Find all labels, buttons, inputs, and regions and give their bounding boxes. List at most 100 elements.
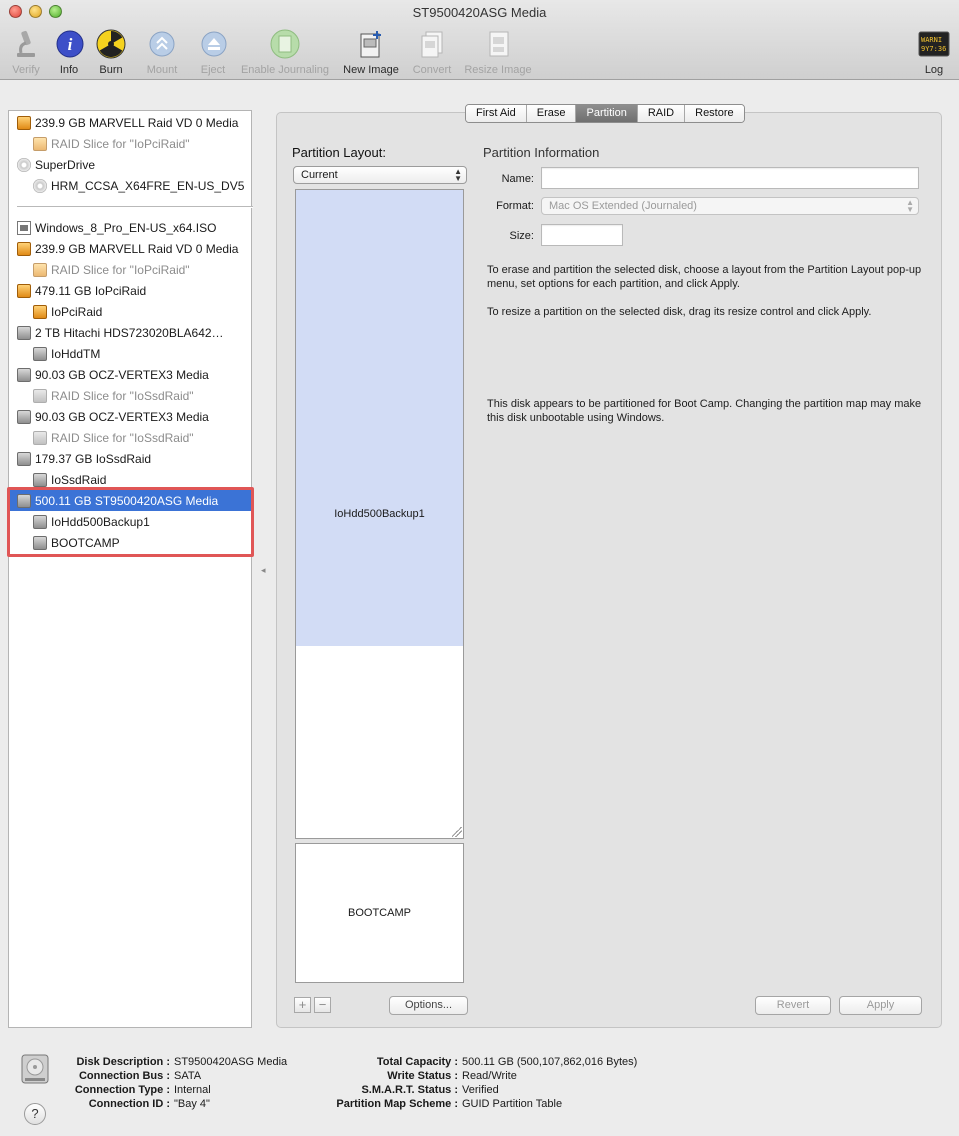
- mount-button[interactable]: Mount: [143, 28, 181, 76]
- new-image-button[interactable]: New Image: [341, 28, 401, 76]
- sidebar-item-label: 90.03 GB OCZ-VERTEX3 Media: [35, 367, 209, 382]
- partition-name-field[interactable]: [541, 167, 919, 189]
- tab-bar: First Aid Erase Partition RAID Restore: [465, 104, 745, 123]
- connection-id-row: Connection ID : "Bay 4": [60, 1097, 210, 1111]
- revert-button[interactable]: Revert: [755, 996, 831, 1015]
- mount-icon: [146, 28, 178, 60]
- raid-slice-icon: [33, 430, 47, 445]
- sidebar-item-hrm-ccsa-disc[interactable]: HRM_CCSA_X64FRE_EN-US_DV5: [9, 175, 251, 196]
- tab-first-aid[interactable]: First Aid: [466, 105, 527, 122]
- sidebar-item-label: HRM_CCSA_X64FRE_EN-US_DV5: [51, 178, 245, 193]
- disk-image-file-icon: [17, 220, 31, 235]
- info-button[interactable]: i Info: [54, 28, 84, 76]
- partition-layout-select[interactable]: Current ▲ ▼: [293, 166, 467, 184]
- sidebar-item-st9500420asg[interactable]: 500.11 GB ST9500420ASG Media: [9, 490, 251, 511]
- tab-raid[interactable]: RAID: [637, 105, 686, 122]
- new-image-icon: [355, 28, 387, 60]
- erase-partition-help-text: To erase and partition the selected disk…: [487, 264, 922, 290]
- sidebar-item-raid-slice-iopciraid-2[interactable]: RAID Slice for "IoPciRaid": [9, 259, 251, 280]
- sidebar-item-label: IoHddTM: [51, 346, 101, 361]
- updown-arrows-icon: ▲ ▼: [454, 167, 462, 183]
- sidebar-item-iopciraid-volume[interactable]: IoPciRaid: [9, 301, 251, 322]
- apply-button[interactable]: Apply: [839, 996, 922, 1015]
- volume-icon: [33, 514, 47, 529]
- hard-disk-icon: [17, 409, 31, 424]
- info-key: Connection Type :: [74, 1084, 170, 1096]
- total-capacity-row: Total Capacity : 500.11 GB (500,107,862,0…: [300, 1055, 637, 1069]
- sidebar-item-label: BOOTCAMP: [51, 535, 120, 550]
- sidebar-item-marvell-raid-1[interactable]: 239.9 GB MARVELL Raid VD 0 Media: [9, 112, 251, 133]
- add-partition-button[interactable]: +: [294, 997, 311, 1013]
- sidebar-item-label: RAID Slice for "IoPciRaid": [51, 136, 190, 151]
- sidebar-item-iopciraid-disk[interactable]: 479.11 GB IoPciRaid: [9, 280, 251, 301]
- partition-block-iohdd500backup1[interactable]: IoHdd500Backup1: [295, 189, 464, 839]
- microscope-icon: [10, 28, 42, 60]
- sidebar-item-raid-slice-iossdraid-2[interactable]: RAID Slice for "IoSsdRaid": [9, 427, 251, 448]
- log-button[interactable]: WARNI 9Y7:36 Log: [916, 28, 952, 76]
- sidebar-item-ocz-vertex3-1[interactable]: 90.03 GB OCZ-VERTEX3 Media: [9, 364, 251, 385]
- log-label: Log: [924, 64, 944, 76]
- info-value: Read/Write: [462, 1070, 517, 1082]
- remove-partition-button[interactable]: −: [314, 997, 331, 1013]
- sidebar-item-bootcamp[interactable]: BOOTCAMP: [9, 532, 251, 553]
- sidebar-item-label: SuperDrive: [35, 157, 96, 172]
- sidebar-item-label: 239.9 GB MARVELL Raid VD 0 Media: [35, 241, 239, 256]
- enable-journaling-label: Enable Journaling: [240, 64, 330, 76]
- help-button[interactable]: ?: [24, 1103, 46, 1125]
- partition-name: IoHdd500Backup1: [334, 508, 425, 520]
- partition-name: BOOTCAMP: [348, 907, 411, 919]
- info-value: Verified: [462, 1084, 499, 1096]
- partition-block-bootcamp[interactable]: BOOTCAMP: [295, 843, 464, 983]
- volume-icon: [33, 472, 47, 487]
- split-view-handle[interactable]: ◂: [261, 565, 266, 576]
- volume-icon: [33, 346, 47, 361]
- sidebar-item-raid-slice-iopciraid-1[interactable]: RAID Slice for "IoPciRaid": [9, 133, 251, 154]
- verify-button[interactable]: Verify: [8, 28, 44, 76]
- sidebar-item-label: 90.03 GB OCZ-VERTEX3 Media: [35, 409, 209, 424]
- disk-sidebar[interactable]: 239.9 GB MARVELL Raid VD 0 Media RAID Sl…: [8, 110, 253, 1028]
- mount-label: Mount: [146, 64, 178, 76]
- sidebar-item-superdrive[interactable]: SuperDrive: [9, 154, 251, 175]
- write-status-row: Write Status : Read/Write: [300, 1069, 517, 1083]
- partition-size-field[interactable]: [541, 224, 623, 246]
- convert-button[interactable]: Convert: [410, 28, 454, 76]
- options-button[interactable]: Options...: [389, 996, 468, 1015]
- sidebar-item-label: 500.11 GB ST9500420ASG Media: [35, 493, 219, 508]
- partition-resize-handle[interactable]: [452, 827, 462, 837]
- hard-disk-icon: [17, 493, 31, 508]
- resize-image-button[interactable]: Resize Image: [462, 28, 534, 76]
- hard-disk-icon: [17, 325, 31, 340]
- sidebar-item-hitachi-disk[interactable]: 2 TB Hitachi HDS723020BLA642…: [9, 322, 251, 343]
- sidebar-item-windows-iso[interactable]: Windows_8_Pro_EN-US_x64.ISO: [9, 217, 251, 238]
- tab-restore[interactable]: Restore: [685, 105, 744, 122]
- tab-partition[interactable]: Partition: [576, 105, 638, 122]
- sidebar-item-ocz-vertex3-2[interactable]: 90.03 GB OCZ-VERTEX3 Media: [9, 406, 251, 427]
- bootcamp-warning-text: This disk appears to be partitioned for …: [487, 398, 922, 424]
- burn-button[interactable]: Burn: [95, 28, 127, 76]
- enable-journaling-button[interactable]: Enable Journaling: [238, 28, 332, 76]
- window-titlebar: ST9500420ASG Media Verify i Info Burn Mo…: [0, 0, 959, 80]
- sidebar-item-label: RAID Slice for "IoSsdRaid": [51, 388, 194, 403]
- sidebar-item-marvell-raid-2[interactable]: 239.9 GB MARVELL Raid VD 0 Media: [9, 238, 251, 259]
- sidebar-item-iossdraid-volume[interactable]: IoSsdRaid: [9, 469, 251, 490]
- partition-layout-title: Partition Layout:: [292, 145, 386, 160]
- tab-erase[interactable]: Erase: [526, 105, 577, 122]
- log-icon-text-2: 9Y7:36: [921, 45, 946, 53]
- info-value: SATA: [174, 1070, 202, 1082]
- sidebar-item-raid-slice-iossdraid-1[interactable]: RAID Slice for "IoSsdRaid": [9, 385, 251, 406]
- info-key: Connection ID :: [88, 1098, 170, 1110]
- sidebar-item-iohdd500backup1[interactable]: IoHdd500Backup1: [9, 511, 251, 532]
- window-title: ST9500420ASG Media: [412, 5, 547, 20]
- volume-icon: [33, 535, 47, 550]
- radiation-burn-icon: [95, 28, 127, 60]
- eject-button[interactable]: Eject: [198, 28, 228, 76]
- sidebar-item-iohddtm[interactable]: IoHddTM: [9, 343, 251, 364]
- format-select[interactable]: Mac OS Extended (Journaled) ▲ ▼: [541, 197, 919, 215]
- connection-type-row: Connection Type : Internal: [60, 1083, 211, 1097]
- orange-volume-icon: [33, 304, 47, 319]
- raid-slice-icon: [33, 262, 47, 277]
- partition-information-title: Partition Information: [483, 145, 600, 160]
- updown-arrows-icon: ▲ ▼: [906, 198, 914, 214]
- info-value: Internal: [174, 1084, 211, 1096]
- sidebar-item-iossdraid-disk[interactable]: 179.37 GB IoSsdRaid: [9, 448, 251, 469]
